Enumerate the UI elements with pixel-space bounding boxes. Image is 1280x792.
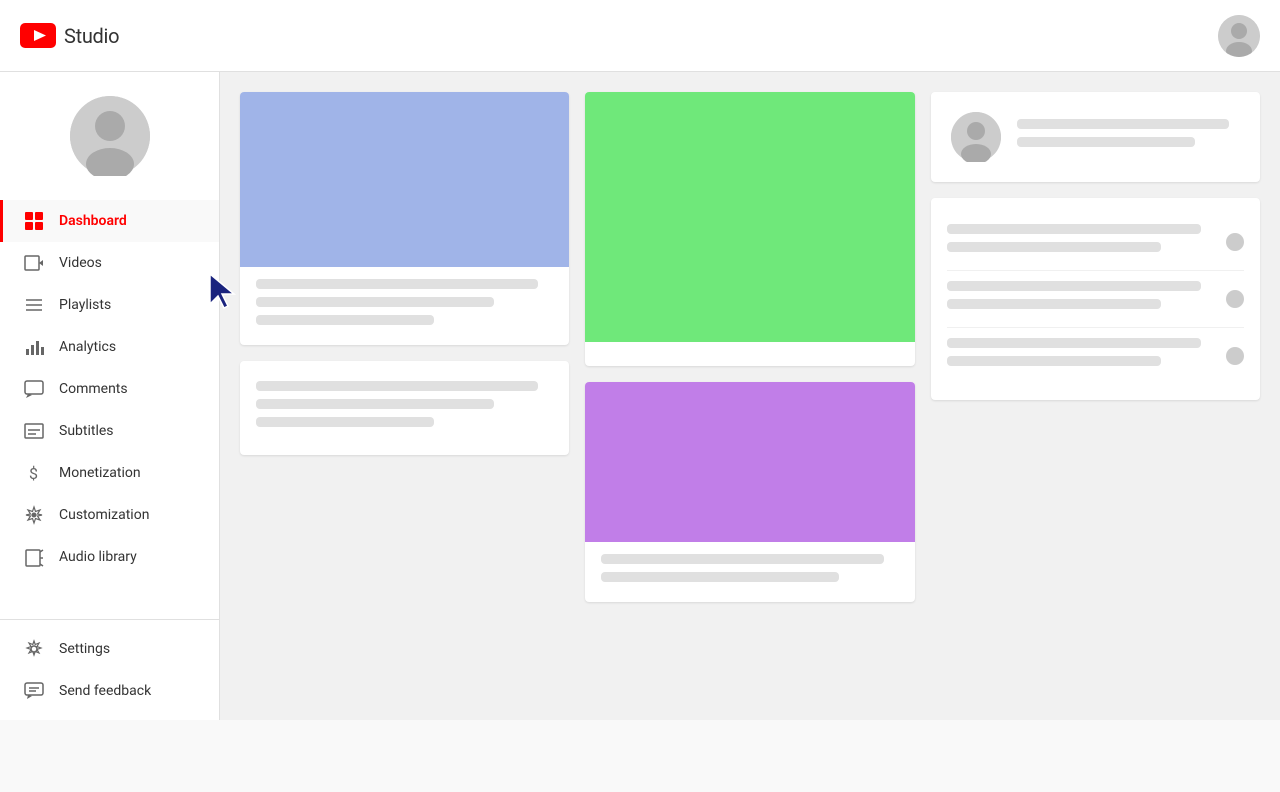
skeleton-line (1017, 119, 1229, 129)
logo[interactable]: Studio (20, 23, 119, 48)
main-content (220, 72, 1280, 720)
skeleton-line (947, 299, 1161, 309)
sidebar: Dashboard Videos Playlists (0, 72, 220, 720)
videos-label: Videos (59, 255, 102, 271)
feedback-icon (23, 680, 45, 702)
list-item-row (947, 271, 1244, 328)
list-item-row (947, 328, 1244, 384)
dashboard-label: Dashboard (59, 213, 127, 229)
skeleton-line (256, 381, 538, 391)
avatar-person-icon (70, 96, 150, 176)
sidebar-profile (0, 72, 219, 200)
settings-icon (23, 638, 45, 660)
youtube-logo-icon (20, 23, 56, 48)
card-avatar (951, 112, 1001, 162)
skeleton-line (947, 224, 1201, 234)
right-column (931, 92, 1260, 700)
sidebar-item-playlists[interactable]: Playlists (0, 284, 219, 326)
dashboard-icon (23, 210, 45, 232)
monetization-icon: $ (23, 462, 45, 484)
list-item-circle (1226, 347, 1244, 365)
analytics-label: Analytics (59, 339, 116, 355)
customization-icon (23, 504, 45, 526)
subtitles-icon (23, 420, 45, 442)
analytics-icon (23, 336, 45, 358)
header: Studio (0, 0, 1280, 72)
customization-label: Customization (59, 507, 149, 523)
list-card-1[interactable] (931, 198, 1260, 400)
list-item-lines (947, 224, 1214, 260)
sidebar-item-analytics[interactable]: Analytics (0, 326, 219, 368)
skeleton-line (1017, 137, 1196, 147)
avatar-card[interactable] (931, 92, 1260, 182)
svg-text:$: $ (29, 464, 38, 483)
skeleton-line (256, 399, 494, 409)
audio-library-icon (23, 546, 45, 568)
list-item-circle (1226, 233, 1244, 251)
skeleton-line (947, 242, 1161, 252)
card-2[interactable] (240, 361, 569, 455)
subtitles-label: Subtitles (59, 423, 114, 439)
card-purple[interactable] (585, 382, 914, 602)
card-2-content (240, 361, 569, 455)
skeleton-line (947, 281, 1201, 291)
card-1-thumbnail (240, 92, 569, 267)
sidebar-item-customization[interactable]: Customization (0, 494, 219, 536)
studio-label: Studio (64, 24, 119, 48)
sidebar-item-videos[interactable]: Videos (0, 242, 219, 284)
sidebar-item-dashboard[interactable]: Dashboard (0, 200, 219, 242)
settings-label: Settings (59, 641, 110, 657)
skeleton-line (601, 572, 839, 582)
user-avatar[interactable] (1218, 15, 1260, 57)
comments-icon (23, 378, 45, 400)
sidebar-item-send-feedback[interactable]: Send feedback (0, 670, 219, 712)
comments-label: Comments (59, 381, 128, 397)
sidebar-item-monetization[interactable]: $ Monetization (0, 452, 219, 494)
playlists-icon (23, 294, 45, 316)
skeleton-line (947, 338, 1201, 348)
sidebar-item-settings[interactable]: Settings (0, 628, 219, 670)
left-column (240, 92, 569, 700)
send-feedback-label: Send feedback (59, 683, 151, 699)
playlists-label: Playlists (59, 297, 111, 313)
skeleton-line (256, 417, 434, 427)
person-icon (1218, 15, 1260, 57)
audio-library-label: Audio library (59, 549, 137, 565)
middle-column (585, 92, 914, 700)
sidebar-nav: Dashboard Videos Playlists (0, 200, 219, 619)
list-item-lines (947, 338, 1214, 374)
card-green-content (585, 342, 914, 366)
card-green[interactable] (585, 92, 914, 366)
sidebar-bottom: Settings Send feedback (0, 619, 219, 720)
skeleton-line (601, 554, 883, 564)
card-purple-thumbnail (585, 382, 914, 542)
skeleton-line (256, 315, 434, 325)
list-item-lines (947, 281, 1214, 317)
card-1[interactable] (240, 92, 569, 345)
card-1-content (240, 267, 569, 345)
avatar-card-lines (1017, 119, 1240, 155)
skeleton-line (947, 356, 1161, 366)
card-green-thumbnail (585, 92, 914, 342)
sidebar-item-subtitles[interactable]: Subtitles (0, 410, 219, 452)
monetization-label: Monetization (59, 465, 141, 481)
sidebar-item-comments[interactable]: Comments (0, 368, 219, 410)
list-item-row (947, 214, 1244, 271)
sidebar-item-audio-library[interactable]: Audio library (0, 536, 219, 578)
skeleton-line (256, 279, 538, 289)
videos-icon (23, 252, 45, 274)
skeleton-line (256, 297, 494, 307)
channel-avatar (70, 96, 150, 176)
list-item-circle (1226, 290, 1244, 308)
card-purple-content (585, 542, 914, 602)
